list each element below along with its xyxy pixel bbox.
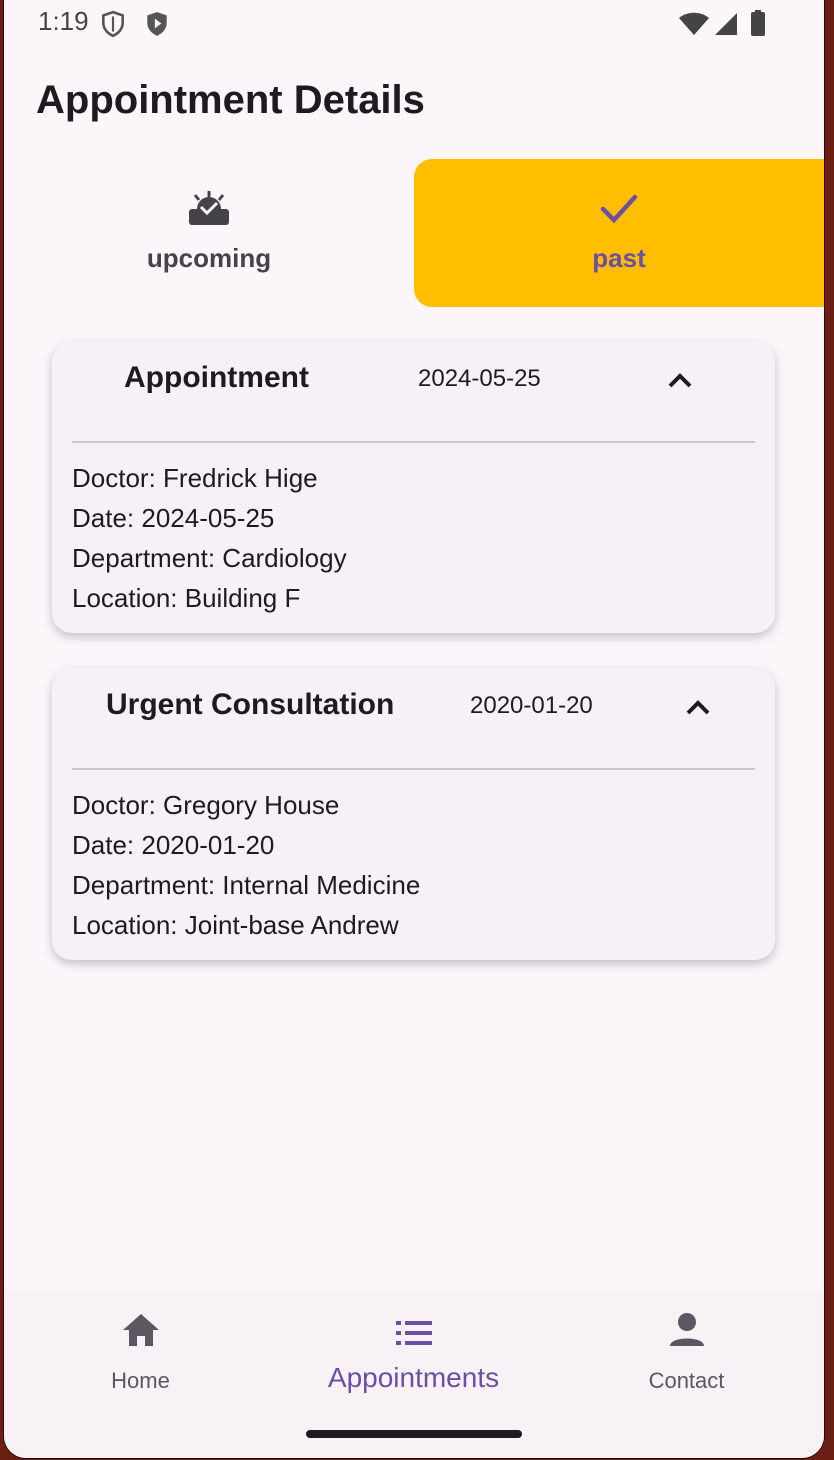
- card-detail-department: Department: Internal Medicine: [72, 870, 421, 900]
- card-detail-location: Location: Joint-base Andrew: [72, 910, 399, 940]
- card-date: 2024-05-25: [418, 365, 541, 392]
- battery-icon: [751, 10, 765, 36]
- tab-past-label: past: [592, 243, 646, 273]
- chevron-up-icon[interactable]: [664, 365, 696, 397]
- nav-home[interactable]: Home: [4, 1290, 277, 1420]
- card-detail-doctor: Doctor: Gregory House: [72, 790, 340, 820]
- nav-appointments-label: Appointments: [327, 1362, 500, 1393]
- card-title: Urgent Consultation: [106, 688, 395, 721]
- card-divider: [72, 768, 755, 770]
- check-icon: [600, 194, 638, 224]
- card-header[interactable]: Appointment 2024-05-25: [52, 341, 775, 421]
- home-icon: [122, 1314, 159, 1346]
- person-icon: [669, 1313, 704, 1346]
- page-title: Appointment Details: [36, 78, 425, 122]
- appointment-card: Appointment 2024-05-25 Doctor: Fredrick …: [52, 341, 775, 633]
- home-indicator[interactable]: [306, 1430, 522, 1438]
- card-divider: [72, 441, 755, 443]
- nav-appointments[interactable]: Appointments: [277, 1290, 550, 1420]
- appointment-tabs: upcoming past: [4, 159, 824, 307]
- nav-home-label: Home: [111, 1368, 170, 1393]
- tab-past[interactable]: past: [414, 159, 824, 307]
- appointment-card: Urgent Consultation 2020-01-20 Doctor: G…: [52, 668, 775, 960]
- chevron-up-icon[interactable]: [682, 692, 714, 724]
- card-header[interactable]: Urgent Consultation 2020-01-20: [52, 668, 775, 748]
- card-title: Appointment: [124, 361, 309, 394]
- signal-icon: [715, 13, 737, 35]
- card-detail-date: Date: 2024-05-25: [72, 503, 275, 533]
- card-detail-date: Date: 2020-01-20: [72, 830, 275, 860]
- card-detail-doctor: Doctor: Fredrick Hige: [72, 463, 318, 493]
- card-detail-department: Department: Cardiology: [72, 543, 347, 573]
- app-screen: 1:19 Appointment Details upcoming past A…: [4, 0, 824, 1458]
- tab-upcoming-label: upcoming: [146, 243, 272, 273]
- alarm-on-icon: [189, 191, 229, 225]
- list-icon: [395, 1321, 432, 1345]
- card-detail-location: Location: Building F: [72, 583, 301, 613]
- wifi-icon: [679, 12, 709, 35]
- tab-upcoming[interactable]: upcoming: [4, 159, 414, 307]
- card-date: 2020-01-20: [470, 692, 593, 719]
- play-protect-icon: [147, 12, 167, 36]
- status-bar: 1:19: [4, 0, 824, 48]
- nav-contact-label: Contact: [648, 1368, 725, 1393]
- status-time: 1:19: [38, 6, 89, 36]
- vpn-shield-icon: [102, 10, 124, 38]
- nav-contact[interactable]: Contact: [550, 1290, 823, 1420]
